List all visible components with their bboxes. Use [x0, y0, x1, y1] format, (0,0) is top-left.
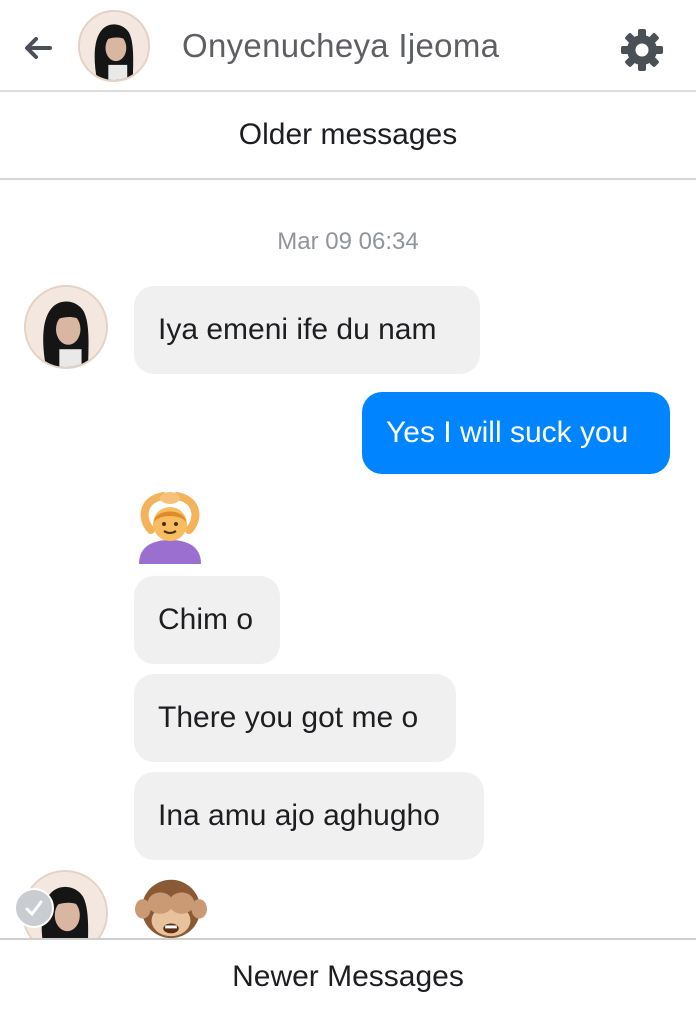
message-bubble-incoming[interactable]: Chim o	[134, 576, 280, 664]
sender-avatar[interactable]	[24, 285, 108, 369]
conversation-header: Onyenucheya Ijeoma	[0, 0, 696, 92]
newer-messages-link[interactable]: Newer Messages	[0, 938, 696, 1013]
message-timestamp: Mar 09 06:34	[277, 228, 419, 255]
message-bubble-incoming[interactable]: Iya emeni ife du nam	[134, 286, 480, 374]
seen-check-icon	[14, 888, 54, 928]
message-bubble-incoming[interactable]: There you got me o	[134, 674, 456, 762]
contact-name[interactable]: Onyenucheya Ijeoma	[182, 27, 499, 65]
message-bubble-outgoing[interactable]: Yes I will suck you	[362, 392, 670, 474]
older-messages-link[interactable]: Older messages	[0, 92, 696, 180]
gear-icon[interactable]	[618, 26, 666, 74]
message-bubble-incoming[interactable]: Ina amu ajo aghugho	[134, 772, 484, 860]
see-no-evil-monkey-emoji[interactable]	[135, 870, 207, 938]
contact-avatar[interactable]	[78, 10, 150, 82]
arrow-left-icon[interactable]	[20, 30, 56, 66]
last-message-row	[0, 866, 696, 938]
person-gesturing-ok-emoji[interactable]	[133, 490, 207, 564]
